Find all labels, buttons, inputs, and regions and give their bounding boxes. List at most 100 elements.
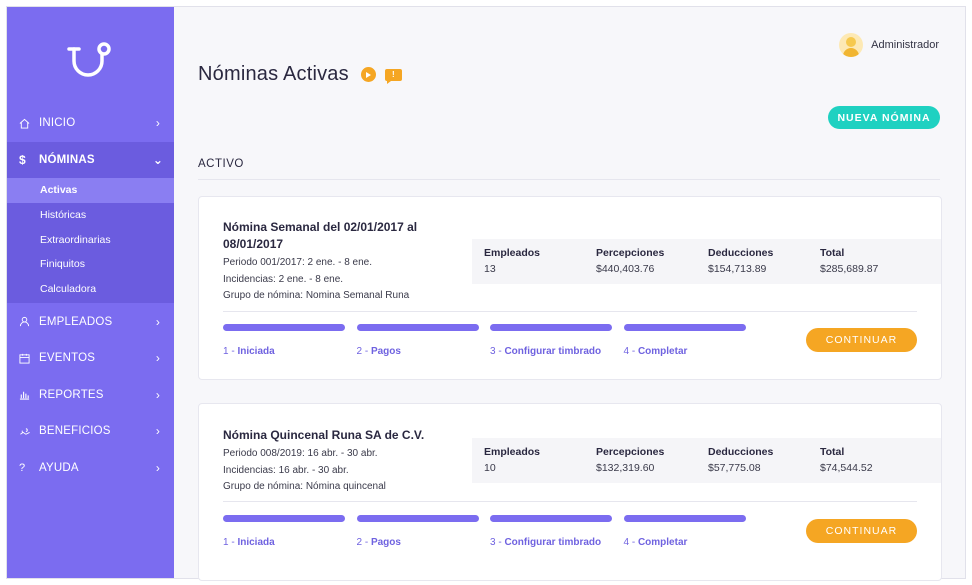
step-bar: [623, 324, 746, 331]
chevron-right-icon: ›: [155, 314, 161, 329]
payroll-group: Grupo de nómina: Nómina quincenal: [223, 481, 386, 492]
payroll-info: Nómina Semanal del 02/01/2017 al 08/01/2…: [223, 219, 443, 305]
chevron-down-icon: ⌄: [152, 152, 164, 167]
sidebar-item-label: INICIO: [39, 117, 76, 130]
sidebar-item-empleados[interactable]: EMPLEADOS ›: [7, 303, 174, 340]
app-logo-icon: [67, 42, 111, 77]
step-bar: [490, 324, 612, 331]
chat-icon[interactable]: !: [384, 68, 402, 84]
step-label: Iniciada: [237, 537, 275, 548]
subitem-activas[interactable]: Activas: [7, 178, 174, 203]
payroll-card: Nómina Semanal del 02/01/2017 al 08/01/2…: [198, 196, 942, 380]
step-completar[interactable]: 4 - Completar: [623, 324, 746, 359]
subitem-finiquitos[interactable]: Finiquitos: [7, 252, 174, 277]
step-bar: [490, 515, 612, 522]
user-icon: [19, 316, 39, 327]
stat-header: Deducciones: [708, 446, 774, 458]
section-title: ACTIVO: [198, 158, 244, 170]
page-title: Nóminas Activas: [198, 63, 349, 85]
stat-header: Empleados: [484, 446, 541, 458]
payroll-stats: Empleados 13 Percepciones $440,403.76 Dedu…: [472, 239, 941, 284]
stat-header: Percepciones: [596, 446, 665, 458]
payroll-card: Nómina Quincenal Runa SA de C.V. Periodo…: [198, 403, 942, 581]
continue-button[interactable]: CONTINUAR: [806, 519, 917, 543]
step-number: 2 -: [356, 346, 371, 357]
payroll-incidents: Incidencias: 16 abr. - 30 abr.: [223, 464, 349, 476]
sidebar-item-label: EMPLEADOS: [39, 315, 113, 328]
sidebar-item-label: BENEFICIOS: [39, 425, 111, 438]
progress-steps: 1 - Iniciada 2 - Pagos 3 - Configurar ti…: [223, 324, 757, 359]
sidebar-item-nominas[interactable]: $ NÓMINAS ⌄: [7, 141, 174, 178]
step-label: Configurar timbrado: [504, 346, 602, 357]
step-number: 3 -: [490, 346, 505, 357]
sidebar-item-inicio[interactable]: INICIO ›: [7, 105, 174, 142]
stat-employees: 13: [484, 263, 496, 275]
help-icon: ?: [19, 461, 26, 474]
payroll-group: Grupo de nómina: Nomina Semanal Runa: [223, 290, 410, 301]
subitem-calculadora[interactable]: Calculadora: [7, 277, 174, 302]
stat-perceptions: $132,319.60: [596, 462, 655, 474]
step-completar[interactable]: 4 - Completar: [623, 515, 746, 550]
step-configurar-timbrado[interactable]: 3 - Configurar timbrado: [490, 515, 612, 550]
avatar: [839, 33, 864, 57]
stat-employees: 10: [484, 462, 496, 474]
step-iniciada[interactable]: 1 - Iniciada: [223, 515, 345, 550]
card-divider: [223, 501, 917, 502]
sidebar: INICIO › $ NÓMINAS ⌄ Activas Históricas …: [7, 7, 174, 578]
sidebar-item-eventos[interactable]: EVENTOS ›: [7, 340, 174, 377]
step-iniciada[interactable]: 1 - Iniciada: [223, 324, 345, 359]
step-label: Pagos: [370, 346, 401, 357]
step-pagos[interactable]: 2 - Pagos: [356, 515, 479, 550]
stat-header: Empleados: [484, 247, 541, 259]
stat-perceptions: $440,403.76: [596, 263, 655, 275]
step-number: 3 -: [490, 537, 505, 548]
card-divider: [223, 311, 917, 312]
sidebar-item-beneficios[interactable]: BENEFICIOS ›: [7, 413, 174, 450]
stat-total: $285,689.87: [820, 263, 879, 275]
section-divider: [198, 179, 940, 180]
step-pagos[interactable]: 2 - Pagos: [356, 324, 479, 359]
step-label: Completar: [637, 537, 688, 548]
step-configurar-timbrado[interactable]: 3 - Configurar timbrado: [490, 324, 612, 359]
stat-header: Percepciones: [596, 247, 665, 259]
step-number: 4 -: [623, 346, 638, 357]
benefits-icon: [19, 426, 39, 437]
calendar-icon: [19, 353, 39, 364]
app-window: INICIO › $ NÓMINAS ⌄ Activas Históricas …: [6, 6, 966, 581]
continue-button[interactable]: CONTINUAR: [806, 328, 917, 352]
user-menu[interactable]: Administrador: [839, 33, 939, 57]
payroll-stats: Empleados 10 Percepciones $132,319.60 Dedu…: [472, 438, 941, 483]
sidebar-item-label: NÓMINAS: [39, 153, 95, 166]
play-video-icon[interactable]: [360, 67, 376, 82]
user-name: Administrador: [871, 39, 939, 51]
step-label: Iniciada: [237, 346, 275, 357]
progress-steps: 1 - Iniciada 2 - Pagos 3 - Configurar ti…: [223, 515, 757, 550]
step-bar: [356, 515, 479, 522]
stat-header: Total: [820, 446, 845, 458]
subitem-extraordinarias[interactable]: Extraordinarias: [7, 227, 174, 252]
sidebar-item-label: AYUDA: [39, 461, 79, 474]
step-number: 1 -: [223, 537, 238, 548]
main-content: Administrador Nóminas Activas ! NUEVA NÓ…: [174, 7, 965, 581]
payroll-incidents: Incidencias: 2 ene. - 8 ene.: [223, 273, 344, 285]
subitem-historicas[interactable]: Históricas: [7, 203, 174, 228]
chevron-right-icon: ›: [155, 116, 161, 131]
nominas-submenu: Activas Históricas Extraordinarias Finiq…: [7, 178, 174, 304]
bar-chart-icon: [19, 389, 39, 400]
sidebar-item-label: EVENTOS: [39, 352, 96, 365]
stat-header: Total: [820, 247, 845, 259]
step-number: 2 -: [356, 537, 371, 548]
stat-header: Deducciones: [708, 247, 774, 259]
new-payroll-button[interactable]: NUEVA NÓMINA: [828, 106, 940, 129]
sidebar-item-ayuda[interactable]: ? AYUDA ›: [7, 449, 174, 486]
payroll-title: Nómina Quincenal Runa SA de C.V.: [223, 428, 425, 442]
step-bar: [223, 515, 345, 522]
chevron-right-icon: ›: [155, 387, 161, 402]
sidebar-item-reportes[interactable]: REPORTES ›: [7, 376, 174, 413]
step-label: Pagos: [370, 537, 401, 548]
home-icon: [19, 118, 39, 129]
step-label: Configurar timbrado: [504, 537, 602, 548]
payroll-period: Periodo 008/2019: 16 abr. - 30 abr.: [223, 448, 378, 459]
stat-total: $74,544.52: [820, 462, 873, 474]
page-header: Nóminas Activas !: [198, 63, 402, 86]
